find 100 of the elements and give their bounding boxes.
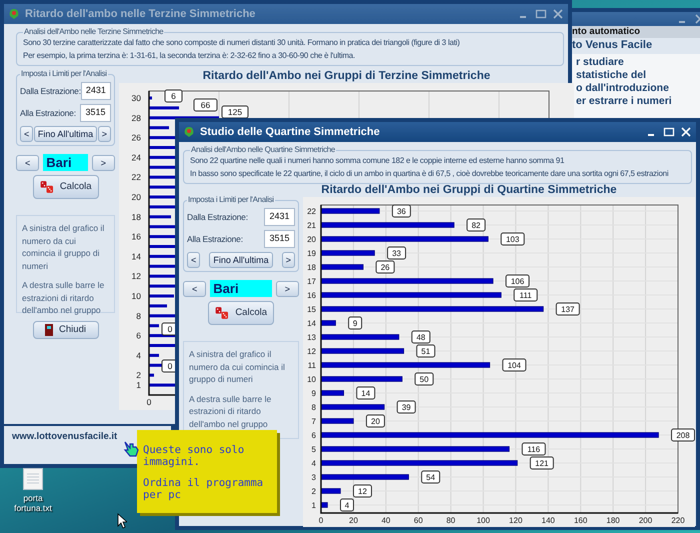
value-label: 116 bbox=[522, 442, 546, 456]
value-label: 20 bbox=[366, 414, 385, 428]
chart-title: Ritardo dell'Ambo nei Gruppi di Quartine Simmetriche bbox=[320, 184, 618, 197]
app-heading: to Venus Facile bbox=[571, 38, 654, 52]
axis-label: 8 bbox=[312, 403, 316, 412]
axis-label: 5 bbox=[312, 445, 316, 454]
intro-text: er estrarre i numeri bbox=[576, 95, 673, 108]
data-label: 121 bbox=[535, 459, 550, 468]
axis-label: 20 bbox=[132, 192, 141, 202]
description-text: Sono 30 terzine caratterizzate dal fatto che sono composte di numeri distanti 30 unità. Formano in pratica dei triangoli (figure di 3 lati) bbox=[23, 37, 461, 49]
last-draw-button[interactable]: Fino All'ultima bbox=[209, 252, 273, 268]
previous-button[interactable]: < bbox=[187, 252, 200, 268]
axis-label: 10 bbox=[132, 291, 141, 301]
axis-label: 18 bbox=[132, 212, 141, 222]
calculate-button[interactable]: Calcola bbox=[208, 301, 274, 325]
axis-label: 12 bbox=[307, 347, 316, 356]
description-text: In basso sono specificate le 22 quartine, il ciclo di un ambo in quartina è di 67,5 , cioè dovrebbe teoricamente dare una sortita ogni 67,5 estrazioni bbox=[190, 168, 670, 180]
value-label: 121 bbox=[530, 456, 554, 470]
data-label: 26 bbox=[380, 263, 390, 272]
axis-label: 28 bbox=[132, 112, 141, 123]
axis-label: 0 bbox=[318, 516, 324, 525]
description-text: Per esempio, la prima terzina è: 1-31-61, la seconda terzina è: 2-32-62 fino a 30-60-90 che è l'ultima. bbox=[23, 50, 356, 62]
door-icon bbox=[45, 324, 54, 336]
axis-label: 1 bbox=[136, 380, 141, 390]
calculate-button[interactable]: Calcola bbox=[32, 175, 98, 199]
bar bbox=[320, 208, 380, 214]
data-label: 50 bbox=[420, 375, 430, 384]
axis-label: 200 bbox=[638, 516, 652, 525]
bar bbox=[320, 390, 344, 396]
value-label: 50 bbox=[414, 372, 434, 386]
axis-label: 100 bbox=[476, 516, 490, 525]
info-text: A sinistra del grafico il numero da cui comincia il gruppo di numeri bbox=[22, 222, 106, 272]
value-label: 36 bbox=[392, 204, 411, 218]
value-label: 106 bbox=[506, 274, 530, 288]
value-label: 66 bbox=[194, 98, 218, 112]
previous-button[interactable]: < bbox=[183, 280, 206, 296]
next-button[interactable]: > bbox=[282, 252, 295, 268]
last-draw-button[interactable]: Fino All'ultima bbox=[34, 126, 98, 142]
axis-label: 120 bbox=[509, 516, 522, 525]
axis-label: 18 bbox=[307, 263, 316, 272]
field-label: Alla Estrazione: bbox=[20, 106, 76, 120]
axis-label: 6 bbox=[312, 431, 316, 440]
bar bbox=[320, 502, 328, 508]
data-label: 137 bbox=[561, 305, 576, 314]
data-label: 14 bbox=[361, 389, 371, 398]
axis-label: 19 bbox=[307, 249, 316, 258]
bar bbox=[320, 418, 354, 424]
number-field[interactable]: 3515 bbox=[80, 104, 111, 122]
axis-label: 80 bbox=[446, 516, 456, 525]
data-label: 4 bbox=[344, 501, 350, 510]
value-label: 12 bbox=[352, 484, 372, 498]
axis-label: 10 bbox=[307, 375, 316, 384]
data-label: 12 bbox=[358, 487, 368, 496]
axis-label: 6 bbox=[136, 330, 141, 341]
value-label: 14 bbox=[356, 386, 376, 400]
axis-label: 20 bbox=[349, 516, 358, 525]
number-field[interactable]: 2431 bbox=[80, 82, 111, 100]
previous-button[interactable]: < bbox=[20, 126, 34, 142]
intro-text: r studiare bbox=[576, 56, 625, 69]
next-button[interactable]: > bbox=[276, 280, 299, 296]
website-link[interactable]: www.lottovenusfacile.it bbox=[12, 431, 118, 442]
axis-label: 7 bbox=[312, 417, 316, 426]
previous-button[interactable]: < bbox=[16, 154, 40, 170]
axis-label: 17 bbox=[307, 277, 316, 286]
data-label: 36 bbox=[396, 207, 406, 216]
field-label: Dalla Estrazione: bbox=[20, 84, 81, 98]
next-button[interactable]: > bbox=[98, 126, 111, 142]
value-label: 51 bbox=[416, 344, 436, 358]
description-text: Sono 22 quartine nelle quali i numeri hanno somma comune 182 e le coppie interne ed esterne hanno somma 91 bbox=[190, 155, 566, 167]
data-label: 9 bbox=[352, 319, 358, 328]
bar bbox=[320, 320, 336, 326]
data-label: 82 bbox=[472, 221, 482, 230]
close-button[interactable]: Chiudi bbox=[32, 321, 98, 339]
axis-label: 1 bbox=[312, 501, 316, 510]
number-field[interactable]: 2431 bbox=[264, 208, 295, 226]
data-label: 48 bbox=[416, 333, 426, 342]
value-label: 137 bbox=[556, 302, 580, 316]
next-button[interactable]: > bbox=[92, 154, 115, 170]
axis-label: 8 bbox=[136, 310, 141, 321]
intro-text: statistiche del bbox=[576, 69, 648, 82]
data-label: 33 bbox=[392, 249, 402, 258]
hand-pointer-icon bbox=[122, 440, 140, 458]
wheel-field[interactable]: Bari bbox=[43, 154, 88, 171]
value-label: 9 bbox=[348, 316, 362, 330]
data-label: 20 bbox=[371, 417, 380, 426]
axis-label: 24 bbox=[132, 152, 141, 162]
axis-label: 15 bbox=[307, 305, 316, 314]
data-label: 39 bbox=[402, 403, 412, 412]
data-label: 103 bbox=[506, 235, 520, 244]
window-title: Studio delle Quartine Simmetriche bbox=[200, 124, 381, 140]
axis-label: 4 bbox=[312, 459, 316, 468]
file-label[interactable]: porta fortuna.txt bbox=[8, 493, 58, 513]
wheel-field[interactable]: Bari bbox=[210, 280, 272, 297]
axis-label: 14 bbox=[132, 251, 141, 262]
axis-label: 22 bbox=[132, 172, 141, 182]
axis-label: 13 bbox=[307, 333, 316, 342]
bar bbox=[320, 488, 341, 494]
number-field[interactable]: 3515 bbox=[264, 230, 295, 248]
axis-label: 180 bbox=[606, 516, 620, 525]
axis-label: 22 bbox=[307, 207, 316, 216]
